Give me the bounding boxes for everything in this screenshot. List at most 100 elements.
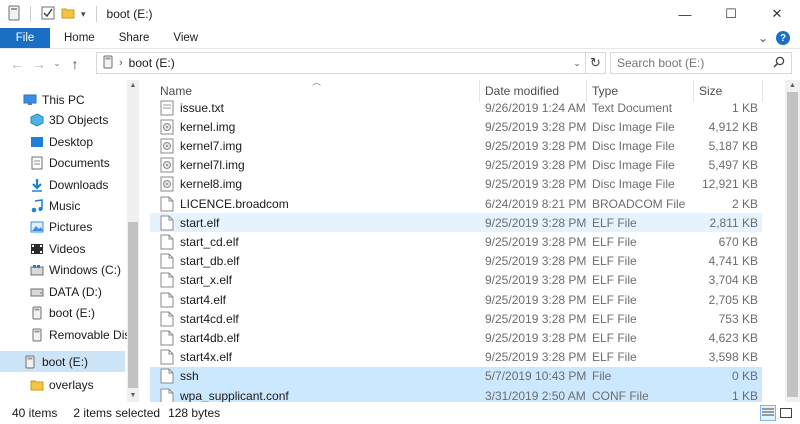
- file-type: ELF File: [592, 292, 637, 307]
- nav-item-this-pc[interactable]: This PC: [22, 89, 85, 110]
- search-icon[interactable]: [773, 56, 785, 71]
- file-row[interactable]: kernel.img 9/25/2019 3:28 PM Disc Image Fi…: [150, 117, 762, 136]
- file-type: Disc Image File: [592, 119, 675, 134]
- help-icon[interactable]: ?: [776, 31, 790, 45]
- scroll-up-icon[interactable]: ▲: [785, 80, 800, 92]
- file-row[interactable]: ssh 5/7/2019 10:43 PM File 0 KB: [150, 366, 762, 386]
- status-bar: 40 items 2 items selected 128 bytes: [0, 402, 800, 424]
- breadcrumb[interactable]: boot (E:): [129, 56, 175, 70]
- file-row[interactable]: start4db.elf 9/25/2019 3:28 PM ELF File 4,6…: [150, 328, 762, 347]
- file-name: LICENCE.broadcom: [180, 196, 289, 211]
- nav-item-downloads[interactable]: Downloads: [29, 174, 108, 195]
- file-name: start_db.elf: [180, 254, 240, 269]
- tab-home[interactable]: Home: [52, 28, 107, 48]
- file-date: 5/7/2019 10:43 PM: [485, 369, 587, 384]
- file-icon: [160, 349, 174, 365]
- file-type: File: [592, 369, 612, 384]
- nav-item-documents[interactable]: Documents: [29, 152, 110, 173]
- file-name-cell: start_cd.elf: [160, 232, 239, 251]
- column-divider[interactable]: [762, 80, 763, 102]
- nav-item-data-d[interactable]: DATA (D:): [29, 281, 102, 302]
- scroll-thumb[interactable]: [787, 92, 798, 397]
- maximize-button[interactable]: ☐: [708, 0, 754, 28]
- nav-item-desktop[interactable]: Desktop: [29, 131, 93, 152]
- file-name-cell: LICENCE.broadcom: [160, 194, 289, 213]
- file-size: 3,598 KB: [708, 350, 758, 365]
- nav-scrollbar[interactable]: ▲ ▼: [127, 80, 139, 402]
- file-type: BROADCOM File: [592, 196, 686, 211]
- file-type: ELF File: [592, 273, 637, 288]
- file-row[interactable]: issue.txt 9/26/2019 1:24 AM Text Document 1…: [150, 98, 762, 117]
- chevron-right-icon[interactable]: ›: [119, 57, 123, 69]
- file-size: 4,623 KB: [708, 330, 758, 345]
- file-row[interactable]: start4x.elf 9/25/2019 3:28 PM ELF File 3,59…: [150, 348, 762, 367]
- tab-file[interactable]: File: [0, 28, 50, 48]
- file-row[interactable]: start.elf 9/25/2019 3:28 PM ELF File 2,811 …: [150, 213, 762, 233]
- nav-item-music[interactable]: Music: [29, 195, 80, 216]
- nav-item-videos[interactable]: Videos: [29, 238, 85, 259]
- file-size: 12,921 KB: [701, 177, 758, 192]
- file-size: 3,704 KB: [708, 273, 758, 288]
- file-date: 9/25/2019 3:28 PM: [485, 311, 587, 326]
- file-size: 2,705 KB: [708, 292, 758, 307]
- window-title: boot (E:): [106, 7, 153, 21]
- file-row[interactable]: kernel8.img 9/25/2019 3:28 PM Disc Image F…: [150, 175, 762, 194]
- window-controls: — ☐ ✕: [662, 0, 800, 28]
- nav-item-3d-objects[interactable]: 3D Objects: [29, 109, 108, 130]
- address-dropdown-icon[interactable]: ⌄: [569, 58, 585, 69]
- close-button[interactable]: ✕: [754, 0, 800, 28]
- file-name: start_x.elf: [180, 273, 233, 288]
- nav-item-removable-disk[interactable]: Removable Disk: [29, 324, 136, 345]
- file-row[interactable]: kernel7l.img 9/25/2019 3:28 PM Disc Image …: [150, 156, 762, 175]
- nav-item-overlays[interactable]: overlays: [29, 374, 94, 395]
- file-list-scrollbar[interactable]: ▲: [785, 80, 800, 402]
- file-name-cell: ssh: [160, 367, 199, 386]
- scroll-thumb[interactable]: [128, 222, 138, 388]
- file-row[interactable]: start_x.elf 9/25/2019 3:28 PM ELF File 3,70…: [150, 271, 762, 290]
- search-box[interactable]: [610, 52, 792, 74]
- address-bar[interactable]: › boot (E:) ⌄: [96, 52, 586, 74]
- file-type: ELF File: [592, 234, 637, 249]
- expand-ribbon-icon[interactable]: ⌄: [758, 31, 768, 45]
- file-icon: [160, 330, 174, 346]
- nav-item-windows-c[interactable]: Windows (C:): [29, 259, 121, 280]
- back-button[interactable]: ←: [6, 53, 28, 75]
- up-button[interactable]: ↑: [64, 53, 86, 75]
- customize-toolbar-icon[interactable]: ▾: [81, 9, 86, 20]
- refresh-button[interactable]: ↻: [586, 52, 606, 74]
- details-view-button[interactable]: [760, 405, 776, 421]
- back-arrow-icon: ←: [10, 55, 24, 72]
- scroll-up-icon[interactable]: ▲: [127, 80, 139, 92]
- selection-count: 2 items selected: [73, 406, 161, 420]
- new-folder-icon[interactable]: [61, 6, 75, 23]
- file-name: issue.txt: [180, 100, 225, 115]
- scroll-down-icon[interactable]: ▼: [127, 390, 139, 402]
- large-icons-view-button[interactable]: [778, 405, 794, 421]
- file-size: 2,811 KB: [709, 215, 758, 230]
- file-row[interactable]: LICENCE.broadcom 6/24/2019 8:21 PM BROADCO…: [150, 194, 762, 213]
- search-input[interactable]: [617, 56, 767, 70]
- nav-item-boot-e-root[interactable]: boot (E:): [0, 351, 125, 372]
- forward-button[interactable]: →: [28, 53, 50, 75]
- properties-icon[interactable]: [41, 6, 55, 23]
- file-list: ︿ Name Date modified Type Size issue.txt…: [150, 80, 785, 402]
- file-type: Text Document: [592, 100, 673, 115]
- tab-view[interactable]: View: [161, 28, 210, 48]
- file-name-cell: wpa_supplicant.conf: [160, 386, 289, 402]
- nav-item-boot-e[interactable]: boot (E:): [29, 302, 95, 323]
- recent-locations-button[interactable]: ⌄: [50, 53, 64, 75]
- file-row[interactable]: start4.elf 9/25/2019 3:28 PM ELF File 2,705…: [150, 290, 762, 309]
- file-row[interactable]: start_db.elf 9/25/2019 3:28 PM ELF File 4,7…: [150, 252, 762, 271]
- nav-item-label: Music: [49, 198, 81, 213]
- nav-item-pictures[interactable]: Pictures: [29, 216, 92, 237]
- minimize-button[interactable]: —: [662, 0, 708, 28]
- file-date: 9/25/2019 3:28 PM: [485, 350, 587, 365]
- tab-share[interactable]: Share: [107, 28, 162, 48]
- file-row[interactable]: kernel7.img 9/25/2019 3:28 PM Disc Image F…: [150, 136, 762, 155]
- nav-item-label: boot (E:): [42, 354, 89, 369]
- quick-access-toolbar: ▾: [8, 5, 101, 24]
- file-row[interactable]: start4cd.elf 9/25/2019 3:28 PM ELF File 753…: [150, 309, 762, 328]
- file-row[interactable]: wpa_supplicant.conf 3/31/2019 2:50 AM CONF…: [150, 386, 762, 402]
- file-row[interactable]: start_cd.elf 9/25/2019 3:28 PM ELF File 670…: [150, 232, 762, 251]
- item-count: 40 items: [12, 406, 58, 420]
